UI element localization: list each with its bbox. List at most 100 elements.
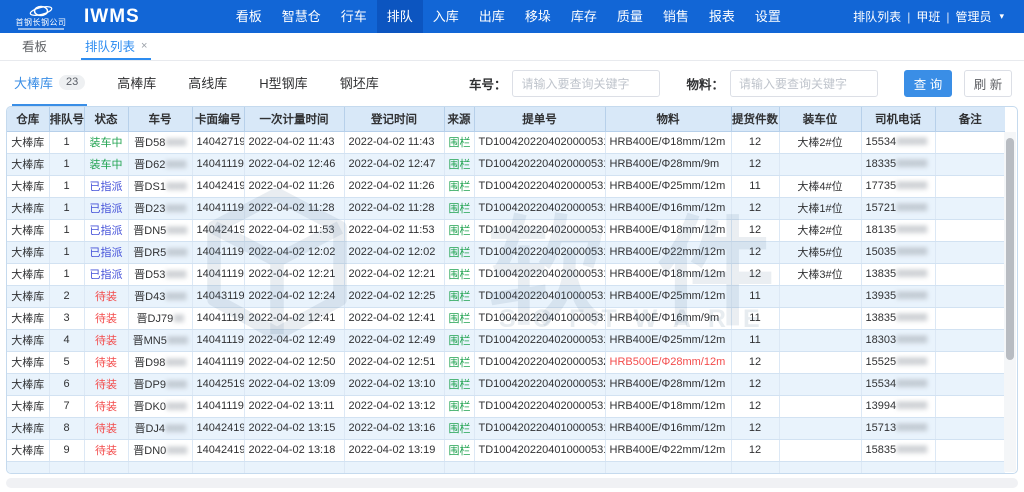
warehouse-tab-3[interactable]: H型钢库	[257, 61, 309, 106]
page-tabbar: 看板 排队列表 ×	[0, 33, 1024, 61]
horizontal-scrollbar[interactable]	[6, 478, 1018, 488]
cell-warehouse: 大棒库	[7, 395, 49, 417]
plate-visible: 晋D53	[134, 269, 165, 281]
warehouse-tab-2[interactable]: 高线库	[186, 61, 229, 106]
refresh-button[interactable]: 刷 新	[964, 70, 1012, 97]
nav-item-0[interactable]: 看板	[226, 0, 272, 33]
cell-qty: 11	[731, 175, 779, 197]
cell-lading: TD10042022040200005319	[474, 241, 605, 263]
column-header-6: 登记时间	[344, 107, 444, 131]
cell-material: HRB400E/Φ16mm/12m	[605, 417, 731, 439]
cell-phone: 15525888888	[861, 351, 935, 373]
nav-item-8[interactable]: 质量	[607, 0, 653, 33]
table-row[interactable]: 大棒库2待装晋D438888140431192022-04-02 12:2420…	[7, 285, 1005, 307]
nav-item-5[interactable]: 出库	[469, 0, 515, 33]
cell-source: 围栏	[444, 263, 474, 285]
nav-item-4[interactable]: 入库	[423, 0, 469, 33]
cell-reg: 2022-04-02 12:51	[344, 351, 444, 373]
close-tab-icon[interactable]: ×	[141, 40, 147, 52]
table-row[interactable]: 大棒库1已指派晋D538888140411192022-04-02 12:212…	[7, 263, 1005, 285]
plate-visible: 晋DJ4	[134, 423, 165, 435]
cell-card: 14042419	[192, 439, 244, 461]
status-badge: 待装	[95, 313, 117, 325]
plate-redacted: 8888	[166, 401, 186, 413]
phone-redacted: 888888	[896, 202, 927, 214]
vehicle-input[interactable]	[512, 70, 660, 97]
cell-plate: 晋DR58888	[128, 241, 192, 263]
nav-item-7[interactable]: 库存	[561, 0, 607, 33]
table-row[interactable]: 大棒库1已指派晋DN58888140424192022-04-02 11:532…	[7, 219, 1005, 241]
nav-item-2[interactable]: 行车	[331, 0, 377, 33]
plate-visible: 晋DS1	[134, 181, 166, 193]
cell-reg: 2022-04-02 12:47	[344, 153, 444, 175]
table-row[interactable]: 大棒库3待装晋DJ7988140411192022-04-02 12:41202…	[7, 307, 1005, 329]
cell-qty: 12	[731, 417, 779, 439]
page-tab-label: 排队列表	[85, 36, 135, 55]
table-row[interactable]: 大棒库5待装晋D988888140411192022-04-02 12:5020…	[7, 351, 1005, 373]
cell-material: HRB400E/Φ16mm/12m	[605, 197, 731, 219]
cell-no: 1	[49, 219, 84, 241]
warehouse-tab-4[interactable]: 钢坯库	[338, 61, 381, 106]
cell-plate: 晋DP98888	[128, 373, 192, 395]
plate-visible: 晋DP9	[134, 379, 166, 391]
table-row-partial	[7, 461, 1005, 474]
page-tab-1[interactable]: 排队列表 ×	[81, 33, 151, 60]
material-input[interactable]	[730, 70, 878, 97]
cell-card: 14041119	[192, 241, 244, 263]
material-text: HRB400E/Φ16mm/12m	[610, 202, 726, 214]
phone-visible: 17735	[866, 180, 897, 192]
cell-reg: 2022-04-02 11:53	[344, 219, 444, 241]
cell-card: 14041119	[192, 263, 244, 285]
table-row[interactable]: 大棒库1已指派晋DS18888140424192022-04-02 11:262…	[7, 175, 1005, 197]
cell-empty	[7, 461, 49, 474]
chevron-down-icon[interactable]: ▾	[999, 11, 1004, 22]
nav-item-3[interactable]: 排队	[377, 0, 423, 33]
current-page-link[interactable]: 排队列表	[853, 8, 901, 25]
table-row[interactable]: 大棒库9待装晋DN08888140424192022-04-02 13:1820…	[7, 439, 1005, 461]
vertical-scrollbar[interactable]	[1004, 132, 1016, 472]
plate-redacted: 8888	[166, 181, 186, 193]
cell-source: 围栏	[444, 219, 474, 241]
cell-weigh: 2022-04-02 11:28	[244, 197, 344, 219]
warehouse-tab-0[interactable]: 大棒库23	[12, 61, 87, 106]
nav-item-6[interactable]: 移垛	[515, 0, 561, 33]
cell-warehouse: 大棒库	[7, 263, 49, 285]
nav-item-11[interactable]: 设置	[745, 0, 791, 33]
table-row[interactable]: 大棒库7待装晋DK08888140411192022-04-02 13:1120…	[7, 395, 1005, 417]
cell-qty: 11	[731, 329, 779, 351]
column-header-10: 提货件数	[731, 107, 779, 131]
cell-no: 1	[49, 241, 84, 263]
nav-item-10[interactable]: 报表	[699, 0, 745, 33]
user-menu[interactable]: 管理员	[955, 8, 991, 25]
cell-plate: 晋DN08888	[128, 439, 192, 461]
nav-item-9[interactable]: 销售	[653, 0, 699, 33]
table-row[interactable]: 大棒库1装车中晋D628888140411192022-04-02 12:462…	[7, 153, 1005, 175]
cell-warehouse: 大棒库	[7, 131, 49, 153]
table-row[interactable]: 大棒库1装车中晋D588888140427192022-04-02 11:432…	[7, 131, 1005, 153]
cell-warehouse: 大棒库	[7, 197, 49, 219]
filter-controls: 车号： 物料： 查 询 刷 新	[469, 70, 1012, 97]
cell-lading: TD10042022040200005319	[474, 175, 605, 197]
table-row[interactable]: 大棒库4待装晋MN58888140411192022-04-02 12:4920…	[7, 329, 1005, 351]
status-badge: 待装	[95, 423, 117, 435]
phone-visible: 15534	[866, 378, 897, 390]
cell-phone: 15835888888	[861, 439, 935, 461]
cell-source: 围栏	[444, 351, 474, 373]
queue-table: 仓库排队号状态车号卡面编号一次计量时间登记时间来源提单号物料提货件数装车位司机电…	[7, 107, 1005, 474]
cell-weigh: 2022-04-02 13:09	[244, 373, 344, 395]
page-tab-0[interactable]: 看板	[18, 33, 51, 60]
search-button[interactable]: 查 询	[904, 70, 952, 97]
table-row[interactable]: 大棒库8待装晋DJ48888140424192022-04-02 13:1520…	[7, 417, 1005, 439]
vertical-scrollbar-thumb[interactable]	[1006, 138, 1014, 360]
phone-visible: 15525	[866, 356, 897, 368]
table-row[interactable]: 大棒库6待装晋DP98888140425192022-04-02 13:0920…	[7, 373, 1005, 395]
table-row[interactable]: 大棒库1已指派晋DR58888140411192022-04-02 12:022…	[7, 241, 1005, 263]
warehouse-tab-1[interactable]: 高棒库	[115, 61, 158, 106]
warehouse-tab-label: 钢坯库	[340, 73, 379, 92]
table-row[interactable]: 大棒库1已指派晋D238888140411192022-04-02 11:282…	[7, 197, 1005, 219]
nav-item-1[interactable]: 智慧仓	[272, 0, 331, 33]
cell-material: HRB400E/Φ25mm/12m	[605, 285, 731, 307]
cell-status: 已指派	[84, 263, 128, 285]
cell-lading: TD10042022040200005319	[474, 219, 605, 241]
cell-phone: 18335888888	[861, 153, 935, 175]
